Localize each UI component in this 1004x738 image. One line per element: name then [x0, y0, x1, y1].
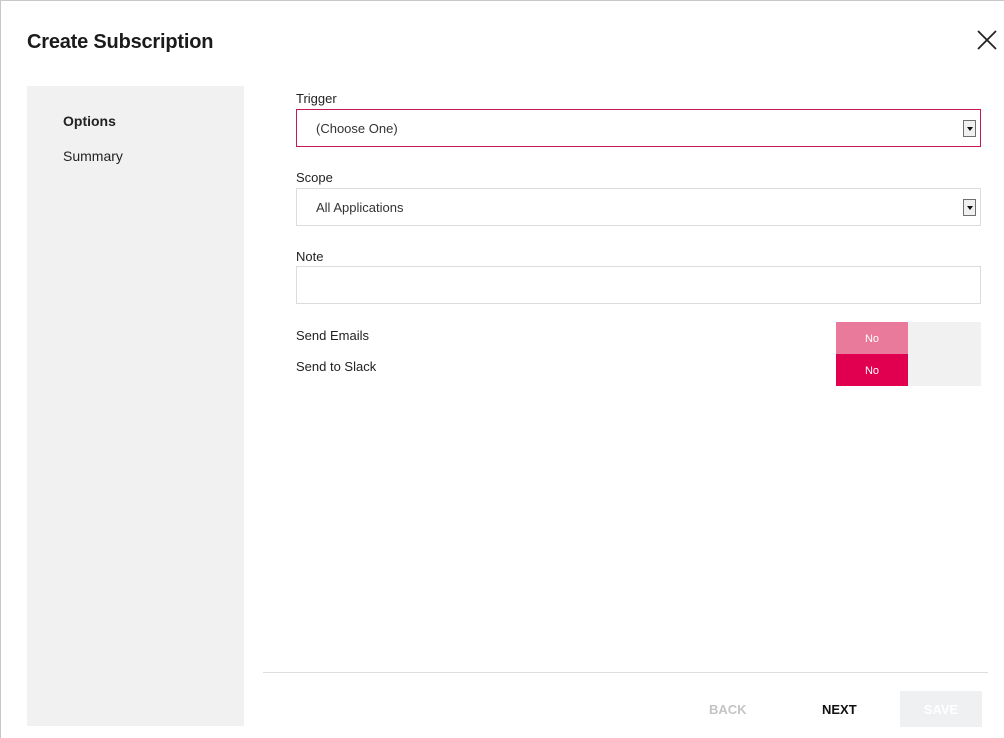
send-slack-toggle[interactable]: No — [836, 354, 981, 386]
chevron-down-icon[interactable] — [963, 199, 976, 216]
scope-select[interactable]: All Applications — [296, 188, 981, 226]
footer-divider — [263, 672, 988, 673]
close-icon — [977, 30, 997, 50]
chevron-down-icon[interactable] — [963, 120, 976, 137]
send-emails-toggle-value: No — [836, 322, 908, 354]
step-sidebar: Options Summary — [27, 86, 244, 726]
send-emails-toggle[interactable]: No — [836, 322, 981, 354]
create-subscription-dialog: Create Subscription Options Summary Trig… — [0, 0, 1004, 738]
note-input[interactable] — [296, 266, 981, 304]
trigger-select-value: (Choose One) — [316, 121, 398, 136]
sidebar-item-summary[interactable]: Summary — [63, 148, 123, 164]
send-slack-label: Send to Slack — [296, 359, 377, 374]
send-slack-toggle-value: No — [836, 354, 908, 386]
save-button[interactable]: SAVE — [900, 691, 982, 727]
back-button[interactable]: BACK — [709, 702, 747, 717]
next-button[interactable]: NEXT — [822, 702, 857, 717]
sidebar-item-options[interactable]: Options — [63, 113, 116, 129]
close-button[interactable] — [974, 27, 1000, 53]
dialog-title: Create Subscription — [27, 31, 214, 53]
scope-label: Scope — [296, 170, 333, 185]
trigger-label: Trigger — [296, 91, 337, 106]
send-emails-label: Send Emails — [296, 328, 369, 343]
scope-select-value: All Applications — [316, 200, 404, 215]
trigger-select[interactable]: (Choose One) — [296, 109, 981, 147]
note-label: Note — [296, 249, 324, 264]
